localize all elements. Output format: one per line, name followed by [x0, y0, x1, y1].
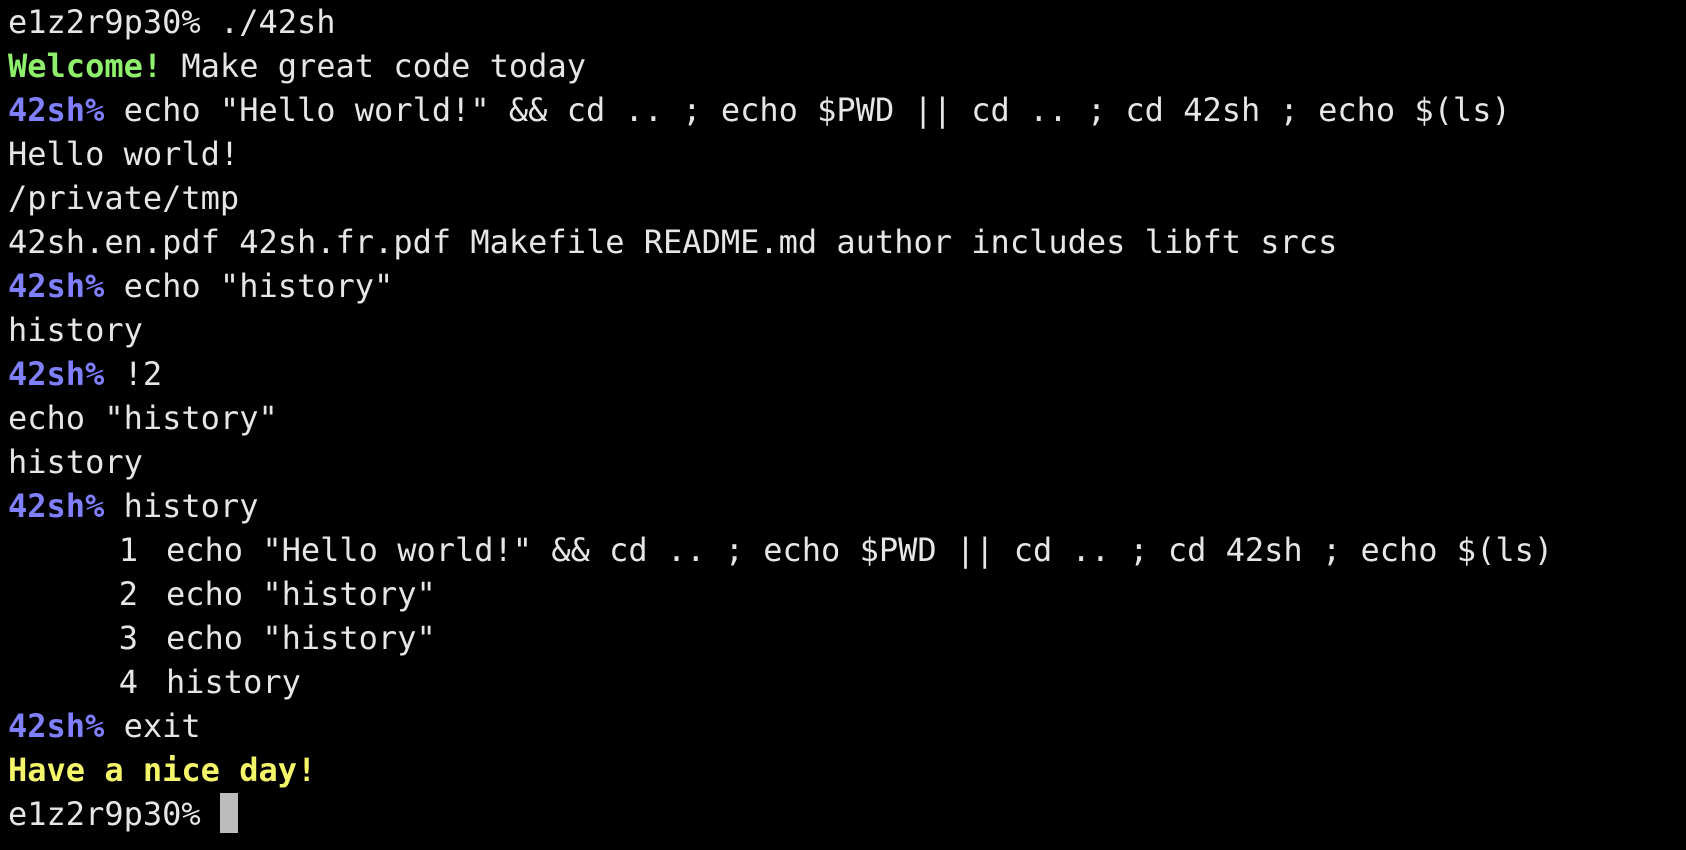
cursor-block[interactable] [219, 793, 238, 833]
welcome-bold: Welcome! [8, 47, 163, 85]
history-command: echo "Hello world!" && cd .. ; echo $PWD… [166, 531, 1554, 569]
terminal-line: e1z2r9p30% ./42sh [8, 0, 1686, 44]
history-entry: 4 history [8, 660, 1686, 704]
history-number: 1 [118, 531, 138, 569]
terminal-window[interactable]: e1z2r9p30% ./42sh Welcome! Make great co… [8, 0, 1686, 850]
shell-prompt: 42sh% [8, 487, 105, 525]
terminal-input-line[interactable]: e1z2r9p30% [8, 792, 1686, 836]
history-entry: 2 echo "history" [8, 572, 1686, 616]
history-number: 3 [118, 619, 138, 657]
output-line: 42sh.en.pdf 42sh.fr.pdf Makefile README.… [8, 223, 1338, 261]
history-command: history [166, 663, 301, 701]
shell-prompt: 42sh% [8, 91, 105, 129]
command-text: ./42sh [219, 3, 336, 41]
terminal-line: 42sh% echo "history" [8, 264, 1686, 308]
output-line: history [8, 443, 143, 481]
system-prompt: e1z2r9p30% [8, 3, 201, 41]
command-text: exit [123, 707, 201, 745]
goodbye-message: Have a nice day! [8, 751, 317, 789]
output-line: /private/tmp [8, 179, 240, 217]
command-text: echo "history" [123, 267, 394, 305]
history-number: 4 [118, 663, 138, 701]
output-line: history [8, 311, 143, 349]
output-line: Hello world! [8, 135, 240, 173]
shell-prompt: 42sh% [8, 707, 105, 745]
command-text: history [123, 487, 259, 525]
terminal-line: 42sh% history [8, 484, 1686, 528]
history-entry: 1 echo "Hello world!" && cd .. ; echo $PW… [8, 528, 1686, 572]
shell-prompt: 42sh% [8, 267, 105, 305]
terminal-line: 42sh% echo "Hello world!" && cd .. ; ech… [8, 88, 1686, 132]
command-text: !2 [123, 355, 163, 393]
welcome-text: Make great code today [181, 47, 586, 85]
system-prompt: e1z2r9p30% [8, 795, 201, 833]
terminal-line: 42sh% !2 [8, 352, 1686, 396]
history-entry: 3 echo "history" [8, 616, 1686, 660]
shell-prompt: 42sh% [8, 355, 105, 393]
history-command: echo "history" [166, 619, 436, 657]
history-command: echo "history" [166, 575, 436, 613]
command-text: echo "Hello world!" && cd .. ; echo $PWD… [123, 91, 1511, 129]
output-line: echo "history" [8, 399, 278, 437]
terminal-line: 42sh% exit [8, 704, 1686, 748]
history-number: 2 [118, 575, 138, 613]
terminal-line: Welcome! Make great code today [8, 44, 1686, 88]
